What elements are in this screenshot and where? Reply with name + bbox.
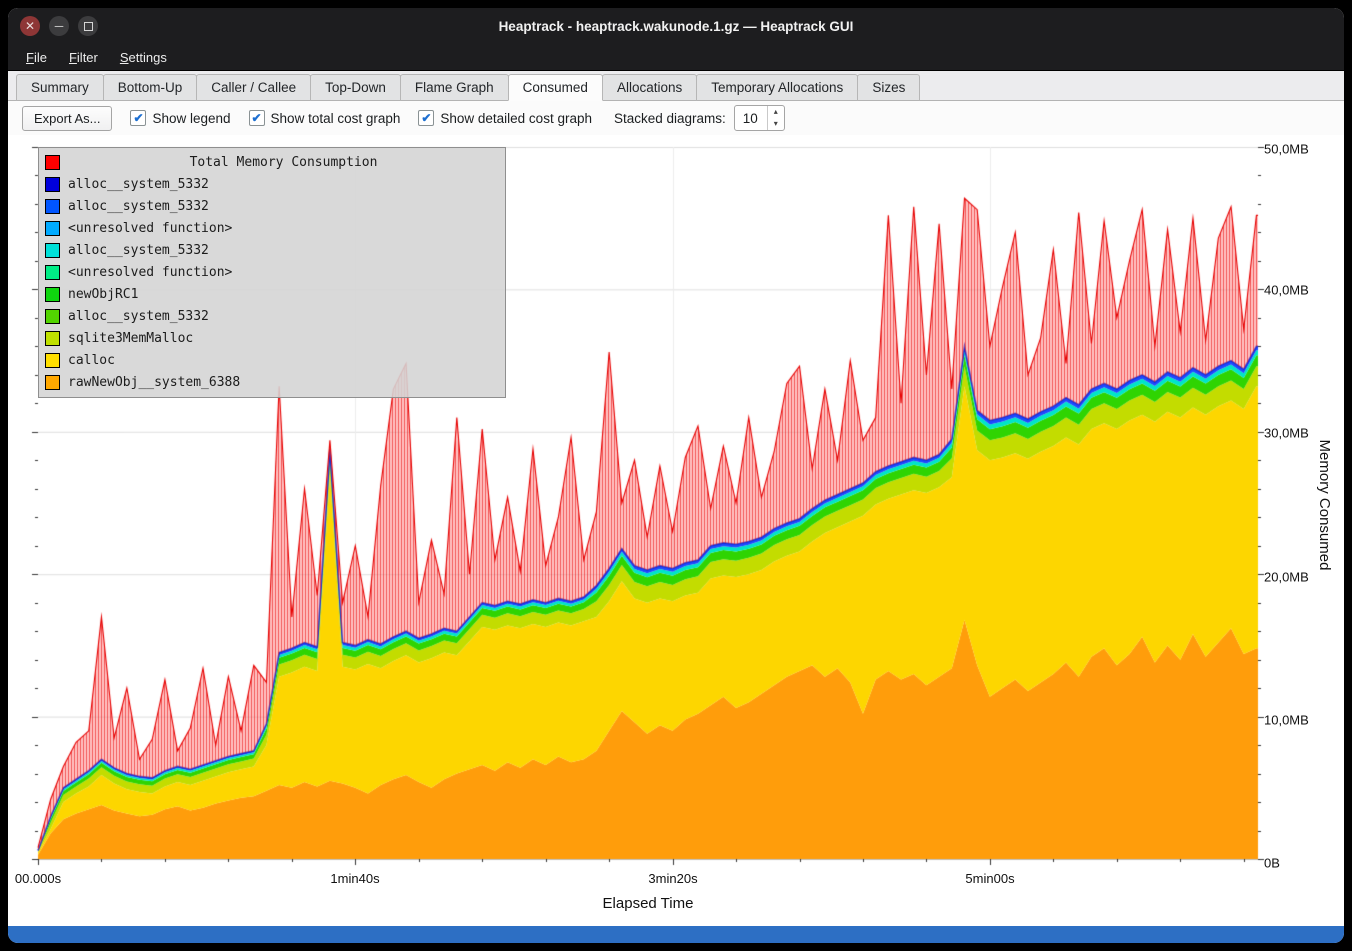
legend-item: alloc__system_5332 — [45, 239, 499, 261]
show-legend-checkbox[interactable]: ✔ Show legend — [130, 110, 230, 126]
y-tick-label: 10,0MB — [1264, 713, 1309, 728]
y-tick-label: 20,0MB — [1264, 570, 1309, 585]
menu-filter[interactable]: Filter — [59, 47, 108, 68]
spinner-up-icon[interactable]: ▴ — [768, 106, 784, 118]
legend-item: <unresolved function> — [45, 217, 499, 239]
checkbox-checked-icon: ✔ — [249, 110, 265, 126]
window-controls: ✕ ─ — [20, 8, 98, 44]
legend-label: alloc__system_5332 — [68, 177, 209, 192]
legend-swatch — [45, 265, 60, 280]
y-tick-label: 30,0MB — [1264, 426, 1309, 441]
y-tick-label: 40,0MB — [1264, 283, 1309, 298]
legend-label: rawNewObj__system_6388 — [68, 375, 240, 390]
x-tick-label: 1min40s — [330, 871, 379, 886]
legend-label: <unresolved function> — [68, 265, 232, 280]
legend-label: calloc — [68, 353, 115, 368]
legend-title: Total Memory Consumption — [68, 155, 499, 170]
chart-legend: Total Memory Consumption alloc__system_5… — [38, 147, 506, 398]
tab-caller-callee[interactable]: Caller / Callee — [196, 74, 311, 101]
maximize-button[interactable] — [78, 16, 98, 36]
minimize-button[interactable]: ─ — [49, 16, 69, 36]
tab-sizes[interactable]: Sizes — [857, 74, 920, 101]
legend-item: alloc__system_5332 — [45, 173, 499, 195]
tab-flame-graph[interactable]: Flame Graph — [400, 74, 509, 101]
show-detailed-cost-checkbox[interactable]: ✔ Show detailed cost graph — [418, 110, 592, 126]
tab-allocations[interactable]: Allocations — [602, 74, 697, 101]
stacked-diagrams-spinner[interactable]: 10 ▴ ▾ — [734, 105, 785, 131]
legend-label: <unresolved function> — [68, 221, 232, 236]
legend-swatch — [45, 177, 60, 192]
tab-bottom-up[interactable]: Bottom-Up — [103, 74, 198, 101]
x-tick-label: 3min20s — [648, 871, 697, 886]
checkbox-checked-icon: ✔ — [418, 110, 434, 126]
tab-temporary-allocations[interactable]: Temporary Allocations — [696, 74, 858, 101]
titlebar: ✕ ─ Heaptrack - heaptrack.wakunode.1.gz … — [8, 8, 1344, 44]
x-axis-title: Elapsed Time — [603, 895, 694, 912]
legend-item: sqlite3MemMalloc — [45, 327, 499, 349]
checkbox-checked-icon: ✔ — [130, 110, 146, 126]
menu-settings[interactable]: Settings — [110, 47, 177, 68]
maximize-icon — [84, 22, 93, 31]
legend-label: alloc__system_5332 — [68, 199, 209, 214]
menu-file[interactable]: File — [16, 47, 57, 68]
toolbar: Export As... ✔ Show legend ✔ Show total … — [8, 101, 1344, 135]
status-bar — [8, 926, 1344, 943]
legend-swatch — [45, 375, 60, 390]
y-axis-title: Memory Consumed — [1316, 440, 1333, 571]
legend-item: calloc — [45, 349, 499, 371]
checkbox-label: Show legend — [152, 111, 230, 126]
minimize-icon: ─ — [55, 20, 64, 32]
legend-swatch — [45, 309, 60, 324]
tab-summary[interactable]: Summary — [16, 74, 104, 101]
close-icon: ✕ — [25, 20, 35, 32]
window-title: Heaptrack - heaptrack.wakunode.1.gz — He… — [8, 19, 1344, 34]
close-button[interactable]: ✕ — [20, 16, 40, 36]
legend-label: newObjRC1 — [68, 287, 138, 302]
legend-swatch — [45, 331, 60, 346]
legend-label: alloc__system_5332 — [68, 309, 209, 324]
checkbox-label: Show detailed cost graph — [440, 111, 592, 126]
legend-swatch — [45, 221, 60, 236]
spinner-down-icon[interactable]: ▾ — [768, 118, 784, 130]
legend-swatch — [45, 243, 60, 258]
legend-swatch — [45, 199, 60, 214]
spinner-buttons: ▴ ▾ — [767, 106, 784, 130]
legend-item: rawNewObj__system_6388 — [45, 371, 499, 393]
x-tick-label: 5min00s — [965, 871, 1014, 886]
y-tick-label: 50,0MB — [1264, 142, 1309, 157]
legend-label: alloc__system_5332 — [68, 243, 209, 258]
legend-item: alloc__system_5332 — [45, 195, 499, 217]
legend-item: newObjRC1 — [45, 283, 499, 305]
legend-swatch-total — [45, 155, 60, 170]
app-window: ✕ ─ Heaptrack - heaptrack.wakunode.1.gz … — [8, 8, 1344, 943]
show-total-cost-checkbox[interactable]: ✔ Show total cost graph — [249, 110, 401, 126]
tab-top-down[interactable]: Top-Down — [310, 74, 401, 101]
export-as-button[interactable]: Export As... — [22, 106, 112, 131]
y-tick-label: 0B — [1264, 856, 1280, 871]
checkbox-label: Show total cost graph — [271, 111, 401, 126]
tab-consumed[interactable]: Consumed — [508, 74, 603, 101]
legend-item: alloc__system_5332 — [45, 305, 499, 327]
tab-bar: Summary Bottom-Up Caller / Callee Top-Do… — [8, 71, 1344, 101]
chart-area: Total Memory Consumption alloc__system_5… — [8, 135, 1344, 926]
x-tick-label: 00.000s — [15, 871, 61, 886]
legend-title-row: Total Memory Consumption — [45, 151, 499, 173]
spinner-value: 10 — [735, 106, 767, 130]
legend-item: <unresolved function> — [45, 261, 499, 283]
legend-swatch — [45, 353, 60, 368]
stacked-diagrams-label: Stacked diagrams: — [614, 111, 726, 126]
legend-label: sqlite3MemMalloc — [68, 331, 193, 346]
legend-swatch — [45, 287, 60, 302]
menubar: File Filter Settings — [8, 44, 1344, 71]
